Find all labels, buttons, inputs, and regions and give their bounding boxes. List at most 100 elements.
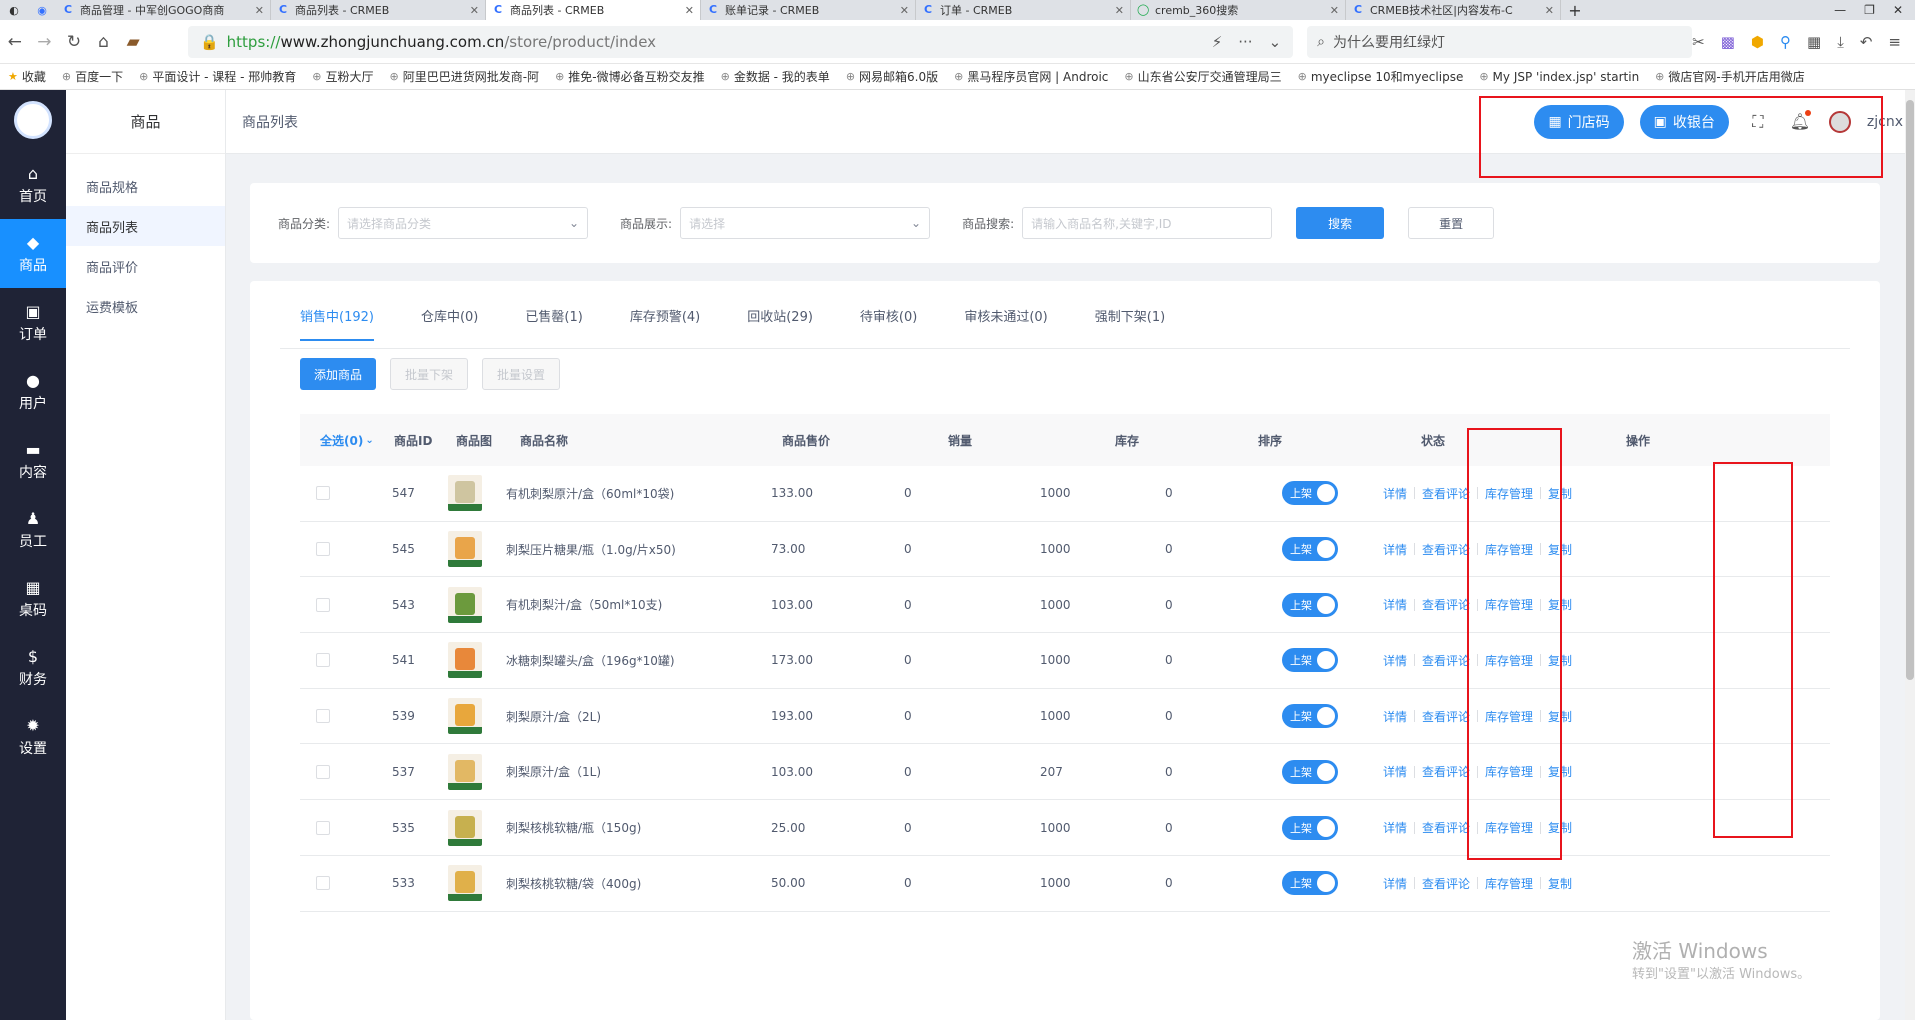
nav-item[interactable]: ▬ 内容 bbox=[0, 426, 66, 495]
forward-icon[interactable]: → bbox=[30, 32, 60, 52]
flash-icon[interactable]: ⚡ bbox=[1212, 33, 1223, 51]
view-reviews-link[interactable]: 查看评论 bbox=[1422, 652, 1470, 669]
undo-icon[interactable]: ↶ bbox=[1860, 33, 1873, 51]
download-icon[interactable]: ⤓ bbox=[1837, 33, 1844, 51]
page-scrollbar[interactable] bbox=[1905, 90, 1915, 1020]
product-search-input[interactable]: 请输入商品名称,关键字,ID bbox=[1022, 207, 1273, 239]
detail-link[interactable]: 详情 bbox=[1383, 652, 1407, 669]
add-product-button[interactable]: 添加商品 bbox=[300, 358, 377, 390]
apps-icon[interactable]: ▦ bbox=[1807, 33, 1821, 51]
bookmark-item[interactable]: ⊕ 阿里巴巴进货网批发商-阿 bbox=[382, 68, 548, 85]
nav-item[interactable]: ◆ 商品 bbox=[0, 219, 66, 288]
product-thumbnail[interactable] bbox=[448, 753, 482, 790]
close-tab-icon[interactable]: ✕ bbox=[255, 4, 264, 17]
stock-manage-link[interactable]: 库存管理 bbox=[1485, 708, 1533, 725]
app-logo[interactable] bbox=[0, 90, 66, 150]
username[interactable]: zjcnx bbox=[1867, 114, 1903, 130]
browser-tab[interactable]: C 账单记录 - CRMEB ✕ bbox=[701, 0, 916, 20]
scrollbar-thumb[interactable] bbox=[1906, 100, 1914, 680]
product-thumbnail[interactable] bbox=[448, 475, 482, 512]
nav-item[interactable]: $ 财务 bbox=[0, 633, 66, 702]
copy-link[interactable]: 复制 bbox=[1548, 485, 1572, 502]
nav-item[interactable]: ● 用户 bbox=[0, 357, 66, 426]
status-tab[interactable]: 销售中(192) bbox=[300, 295, 374, 341]
status-toggle[interactable]: 上架 bbox=[1282, 815, 1338, 840]
view-reviews-link[interactable]: 查看评论 bbox=[1422, 708, 1470, 725]
detail-link[interactable]: 详情 bbox=[1383, 708, 1407, 725]
bookmark-item[interactable]: ★ 收藏 bbox=[0, 68, 54, 85]
browser-tab[interactable]: C CRMEB技术社区|内容发布-C ✕ bbox=[1346, 0, 1561, 20]
nav-item[interactable]: ✹ 设置 bbox=[0, 702, 66, 771]
status-toggle[interactable]: 上架 bbox=[1282, 537, 1338, 562]
close-window-icon[interactable]: ✕ bbox=[1893, 3, 1903, 17]
detail-link[interactable]: 详情 bbox=[1383, 541, 1407, 558]
bookmark-item[interactable]: ⊕ 山东省公安厅交通管理局三 bbox=[1116, 68, 1289, 85]
bookmark-item[interactable]: ⊕ 互粉大厅 bbox=[304, 68, 381, 85]
new-tab-button[interactable]: + bbox=[1561, 0, 1589, 20]
detail-link[interactable]: 详情 bbox=[1383, 875, 1407, 892]
extension-icon[interactable]: ▩ bbox=[1721, 33, 1735, 51]
product-thumbnail[interactable] bbox=[448, 642, 482, 679]
product-thumbnail[interactable] bbox=[448, 809, 482, 846]
nav-item[interactable]: ▣ 订单 bbox=[0, 288, 66, 357]
status-tab[interactable]: 回收站(29) bbox=[747, 295, 813, 335]
stock-manage-link[interactable]: 库存管理 bbox=[1485, 652, 1533, 669]
view-reviews-link[interactable]: 查看评论 bbox=[1422, 875, 1470, 892]
product-thumbnail[interactable] bbox=[448, 698, 482, 735]
sub-menu-item[interactable]: 商品规格 bbox=[66, 166, 225, 206]
status-tab[interactable]: 仓库中(0) bbox=[421, 295, 478, 335]
row-checkbox[interactable] bbox=[316, 486, 330, 501]
close-tab-icon[interactable]: ✕ bbox=[1330, 4, 1339, 17]
close-tab-icon[interactable]: ✕ bbox=[685, 4, 694, 17]
nav-item[interactable]: ♟ 员工 bbox=[0, 495, 66, 564]
close-tab-icon[interactable]: ✕ bbox=[1115, 4, 1124, 17]
bookmark-item[interactable]: ⊕ 百度一下 bbox=[54, 68, 131, 85]
status-toggle[interactable]: 上架 bbox=[1282, 759, 1338, 784]
sub-menu-item[interactable]: 商品评价 bbox=[66, 246, 225, 286]
reset-button[interactable]: 重置 bbox=[1408, 207, 1495, 239]
browser-search-field[interactable]: ⌕ 为什么要用红绿灯 bbox=[1307, 25, 1693, 58]
product-thumbnail[interactable] bbox=[448, 865, 482, 902]
menu-icon[interactable]: ≡ bbox=[1888, 33, 1901, 51]
category-select[interactable]: 请选择商品分类 ⌄ bbox=[338, 207, 589, 239]
reload-icon[interactable]: ↻ bbox=[59, 32, 89, 52]
bookmark-item[interactable]: ⊕ 金数据 - 我的表单 bbox=[713, 68, 838, 85]
bulk-settings-button[interactable]: 批量设置 bbox=[482, 358, 561, 390]
status-tab[interactable]: 审核未通过(0) bbox=[964, 295, 1047, 335]
stock-manage-link[interactable]: 库存管理 bbox=[1485, 763, 1533, 780]
dropdown-icon[interactable]: ⌄ bbox=[1269, 33, 1282, 51]
close-tab-icon[interactable]: ✕ bbox=[470, 4, 479, 17]
bell-icon[interactable]: 🔔︎ bbox=[1787, 110, 1813, 131]
status-tab[interactable]: 强制下架(1) bbox=[1095, 295, 1165, 335]
back-icon[interactable]: ← bbox=[0, 32, 30, 52]
minimize-icon[interactable]: — bbox=[1834, 3, 1846, 17]
fullscreen-icon[interactable]: ⛶ bbox=[1745, 112, 1771, 132]
row-checkbox[interactable] bbox=[316, 597, 330, 612]
row-checkbox[interactable] bbox=[316, 653, 330, 668]
stock-manage-link[interactable]: 库存管理 bbox=[1485, 819, 1533, 836]
shield-icon[interactable]: ⬢ bbox=[1751, 33, 1764, 51]
detail-link[interactable]: 详情 bbox=[1383, 485, 1407, 502]
bookmark-item[interactable]: ⊕ My JSP 'index.jsp' startin bbox=[1471, 70, 1647, 84]
bookmark-item[interactable]: ⊕ myeclipse 10和myeclipse bbox=[1290, 68, 1472, 85]
close-tab-icon[interactable]: ✕ bbox=[1545, 4, 1554, 17]
close-tab-icon[interactable]: ✕ bbox=[900, 4, 909, 17]
more-icon[interactable]: ··· bbox=[1238, 33, 1252, 51]
browser-tab[interactable]: C 商品列表 - CRMEB ✕ bbox=[271, 0, 486, 20]
status-tab[interactable]: 已售罄(1) bbox=[525, 295, 582, 335]
status-toggle[interactable]: 上架 bbox=[1282, 592, 1338, 617]
wallet-icon[interactable]: ▰ bbox=[118, 32, 148, 52]
url-field[interactable]: 🔒 https:// www.zhongjunchuang.com.cn /st… bbox=[187, 25, 1294, 58]
browser-tab[interactable]: C 商品列表 - CRMEB ✕ bbox=[486, 0, 701, 20]
row-checkbox[interactable] bbox=[316, 709, 330, 724]
bookmark-item[interactable]: ⊕ 黑马程序员官网 | Androic bbox=[946, 68, 1116, 85]
status-tab[interactable]: 待审核(0) bbox=[860, 295, 917, 335]
bookmark-item[interactable]: ⊕ 网易邮箱6.0版 bbox=[838, 68, 946, 85]
product-thumbnail[interactable] bbox=[448, 531, 482, 568]
view-reviews-link[interactable]: 查看评论 bbox=[1422, 541, 1470, 558]
nav-item[interactable]: ▦ 桌码 bbox=[0, 564, 66, 633]
bookmark-item[interactable]: ⊕ 平面设计 - 课程 - 邢帅教育 bbox=[131, 68, 304, 85]
row-checkbox[interactable] bbox=[316, 542, 330, 557]
browser-menu-icon[interactable]: ◐ bbox=[0, 0, 28, 20]
stock-manage-link[interactable]: 库存管理 bbox=[1485, 541, 1533, 558]
